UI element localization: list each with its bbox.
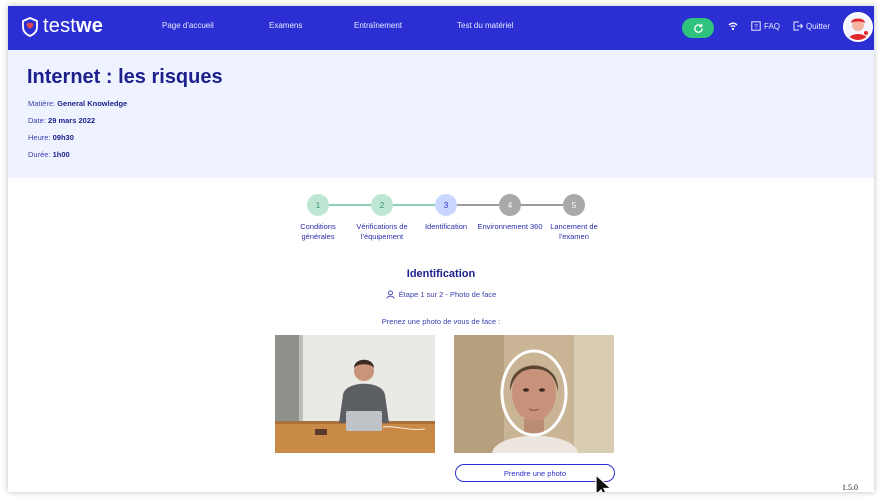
- shield-logo-icon: [22, 16, 38, 37]
- example-photo: [275, 335, 435, 453]
- exam-title: Internet : les risques: [27, 66, 223, 88]
- subject-label: Matière:: [28, 99, 56, 108]
- step-4-label: Environnement 360: [477, 222, 543, 231]
- step-1-label: Conditions générales: [300, 222, 336, 241]
- step-1-circle: 1: [307, 194, 329, 216]
- brand-bold: we: [76, 15, 104, 37]
- subject-value: General Knowledge: [57, 99, 128, 108]
- date-label: Date:: [28, 116, 46, 125]
- sync-button[interactable]: [682, 18, 714, 38]
- exam-date: Date: 29 mars 2022: [28, 116, 95, 125]
- user-avatar[interactable]: [843, 12, 873, 42]
- example-photo-image: [275, 335, 435, 453]
- avatar-illustration: [845, 14, 871, 40]
- time-value: 09h30: [52, 133, 74, 142]
- exam-duration: Durée: 1h00: [28, 150, 70, 159]
- step-2-label: Vérifications de l'équipement: [356, 222, 408, 241]
- progress-stepper: 1 2 3 4 5 Conditions générales Vérificat…: [8, 192, 874, 262]
- nav-hardware-test[interactable]: Test du matériel: [457, 21, 513, 30]
- faq-label: FAQ: [764, 21, 781, 31]
- faq-link[interactable]: ? FAQ: [751, 21, 780, 31]
- app-window: testwe Page d'accueil Examens Entraîneme…: [8, 6, 874, 492]
- brand-light: test: [43, 15, 77, 37]
- exam-header: Internet : les risques Matière: General …: [8, 50, 874, 178]
- time-label: Heure:: [28, 133, 51, 142]
- step-connector: [328, 204, 372, 206]
- top-navbar: testwe Page d'accueil Examens Entraîneme…: [8, 6, 874, 50]
- identification-substep: Étape 1 sur 2 - Photo de face: [8, 290, 874, 299]
- photo-instruction: Prenez une photo de vous de face :: [381, 317, 501, 326]
- exam-subject: Matière: General Knowledge: [28, 99, 127, 108]
- wifi-icon: [728, 22, 738, 31]
- take-photo-button[interactable]: Prendre une photo: [455, 464, 615, 482]
- testwe-logo[interactable]: testwe: [22, 15, 103, 38]
- duration-value: 1h00: [52, 150, 70, 159]
- logout-icon: [793, 21, 803, 31]
- quit-label: Quitter: [806, 21, 831, 31]
- step-5-circle: 5: [563, 194, 585, 216]
- exam-time: Heure: 09h30: [28, 133, 74, 142]
- step-connector: [392, 204, 436, 206]
- nav-home[interactable]: Page d'accueil: [162, 21, 214, 30]
- identification-title: Identification: [406, 268, 476, 280]
- wifi-status[interactable]: [728, 21, 738, 31]
- camera-preview-image: [454, 335, 614, 453]
- svg-text:?: ?: [754, 24, 758, 31]
- mouse-cursor-icon: [595, 473, 613, 492]
- step-connector: [456, 204, 500, 206]
- nav-exams[interactable]: Examens: [269, 21, 302, 30]
- faq-icon: ?: [751, 21, 761, 31]
- step-2-circle: 2: [371, 194, 393, 216]
- step-connector: [520, 204, 564, 206]
- user-icon: [386, 290, 395, 299]
- step-3-circle: 3: [435, 194, 457, 216]
- sync-icon: [693, 23, 703, 33]
- nav-training[interactable]: Entraînement: [354, 21, 402, 30]
- duration-label: Durée:: [28, 150, 51, 159]
- date-value: 29 mars 2022: [48, 116, 96, 125]
- quit-link[interactable]: Quitter: [793, 21, 830, 31]
- camera-preview: [454, 335, 614, 453]
- step-5-label: Lancement de l'examen: [550, 222, 598, 241]
- version-label: 1.5.0: [842, 483, 858, 492]
- step-3-label: Identification: [424, 222, 468, 231]
- step-4-circle: 4: [499, 194, 521, 216]
- substep-text: Étape 1 sur 2 - Photo de face: [398, 290, 497, 299]
